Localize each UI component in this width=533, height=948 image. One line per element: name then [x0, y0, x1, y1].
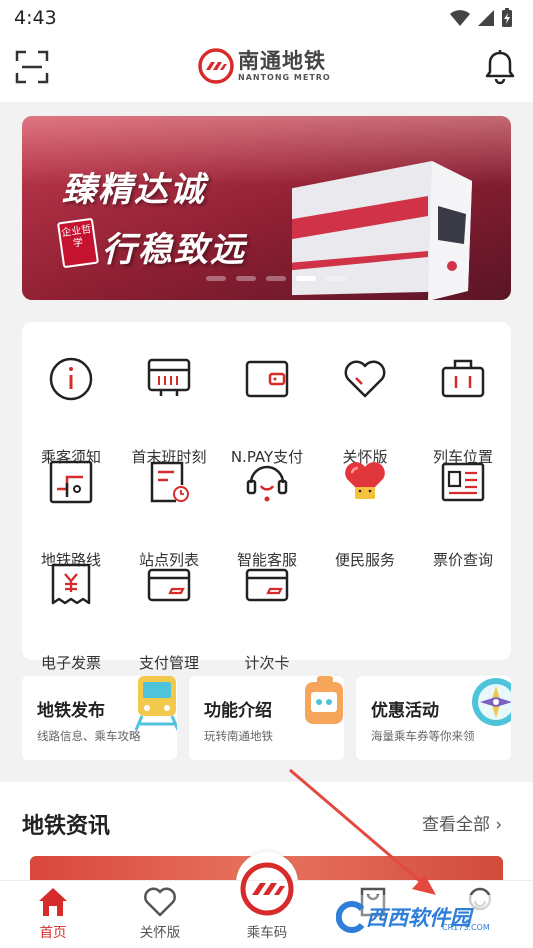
tab-label: 乘车码 [246, 925, 288, 941]
services-grid: 乘客须知 首末班时刻 N.PAY支付 关怀版 列车位置 地铁路线 站点列表 智能… [22, 322, 512, 672]
promo-subtitle: 玩转南通地铁 [204, 729, 273, 743]
wifi-icon [450, 10, 470, 26]
service-label: 电子发票 [40, 654, 101, 672]
service-smart-support[interactable]: 智能客服 [218, 453, 316, 569]
status-time: 4:43 [14, 7, 57, 29]
view-all-link[interactable]: 查看全部 › [422, 810, 502, 835]
heart-icon [344, 360, 386, 398]
ride-code-icon [240, 862, 294, 916]
banner-dot[interactable] [206, 276, 226, 281]
tab-home[interactable]: 首页 [8, 881, 98, 948]
service-convenience[interactable]: 便民服务 [316, 453, 414, 569]
count-card-icon [245, 568, 289, 602]
service-care-version[interactable]: 关怀版 [316, 350, 414, 466]
tab-label: 首页 [39, 925, 67, 941]
wallet-icon [245, 360, 289, 398]
battery-icon [502, 8, 512, 27]
service-station-list[interactable]: 站点列表 [120, 453, 218, 569]
info-icon [49, 357, 93, 401]
promo-title: 功能介绍 [204, 701, 272, 721]
banner-dot-active[interactable] [296, 276, 316, 281]
service-label: 票价查询 [432, 551, 493, 569]
station-list-icon [150, 461, 189, 503]
service-fare-query[interactable]: 票价查询 [414, 453, 512, 569]
service-count-card[interactable]: 计次卡 [218, 556, 316, 672]
timetable-icon [147, 358, 191, 396]
status-icons [449, 8, 513, 28]
watermark-url: CR173.COM [442, 923, 490, 932]
tab-care[interactable]: 关怀版 [115, 881, 205, 948]
service-timetable[interactable]: 首末班时刻 [120, 350, 218, 466]
scan-icon[interactable] [15, 50, 49, 84]
banner-pagination [206, 276, 346, 281]
promo-title: 优惠活动 [371, 701, 439, 721]
train-position-icon [441, 359, 485, 398]
invoice-icon [51, 563, 91, 605]
service-passenger-notice[interactable]: 乘客须知 [22, 350, 120, 466]
banner-dot[interactable] [326, 276, 346, 281]
fare-newspaper-icon [441, 462, 485, 502]
logo-chinese: 南通地铁 [238, 48, 326, 73]
service-npay[interactable]: N.PAY支付 [218, 350, 316, 466]
banner-seal: 企业哲学 [56, 217, 100, 269]
promo-banner[interactable]: 臻精达诚 企业哲学 行稳致远 [22, 116, 511, 300]
banner-slogan-line2: 行稳致远 [102, 230, 246, 270]
promo-subtitle: 海量乘车券等你来领 [371, 729, 475, 743]
banner-slogan-line1: 臻精达诚 [62, 170, 206, 210]
feature-box-icon [305, 676, 343, 724]
tab-label: 关怀版 [139, 925, 181, 941]
news-section-title: 地铁资讯 [22, 814, 111, 839]
status-bar: 4:43 [0, 0, 533, 36]
promo-card-feature-intro[interactable]: 功能介绍 玩转南通地铁 [189, 676, 344, 760]
promo-subtitle: 线路信息、乘车攻略 [37, 729, 141, 743]
service-label: 支付管理 [138, 654, 199, 672]
headset-icon [246, 465, 288, 502]
watermark-logo: 西西 软件园 CR173.COM [332, 895, 514, 939]
service-e-invoice[interactable]: 电子发票 [22, 556, 120, 672]
convenience-heart-icon [345, 462, 385, 499]
promo-card-metro-news[interactable]: 地铁发布 线路信息、乘车攻略 [22, 676, 177, 760]
heart-tab-icon [144, 887, 176, 917]
metro-train-icon [134, 676, 177, 731]
watermark-c-icon [336, 901, 365, 933]
service-metro-route[interactable]: 地铁路线 [22, 453, 120, 569]
service-train-position[interactable]: 列车位置 [414, 350, 512, 466]
app-screen: 4:43 南通地铁 NANTONG METRO 臻精达诚 企业哲学 行稳致远 乘… [0, 0, 533, 948]
logo-english: NANTONG METRO [238, 72, 331, 82]
banner-dot[interactable] [266, 276, 286, 281]
card-icon [147, 568, 191, 602]
home-icon [39, 888, 67, 916]
service-label: 计次卡 [244, 654, 290, 672]
app-header: 南通地铁 NANTONG METRO [0, 36, 533, 102]
service-label: 便民服务 [334, 551, 395, 569]
banner-dot[interactable] [236, 276, 256, 281]
chevron-right-icon: › [495, 815, 503, 835]
metro-logo: 南通地铁 NANTONG METRO [198, 48, 331, 84]
bell-icon[interactable] [483, 49, 517, 85]
promo-title: 地铁发布 [37, 701, 105, 721]
service-payment-management[interactable]: 支付管理 [120, 556, 218, 672]
compass-icon [472, 678, 511, 726]
tab-ride-code[interactable]: 乘车码 [222, 862, 312, 948]
promo-card-discounts[interactable]: 优惠活动 海量乘车券等你来领 [356, 676, 511, 760]
watermark-text-1: 西西 [366, 906, 408, 930]
signal-icon [478, 10, 494, 26]
metro-logo-icon [198, 48, 234, 84]
view-all-label: 查看全部 [422, 815, 490, 835]
route-map-icon [49, 460, 93, 504]
